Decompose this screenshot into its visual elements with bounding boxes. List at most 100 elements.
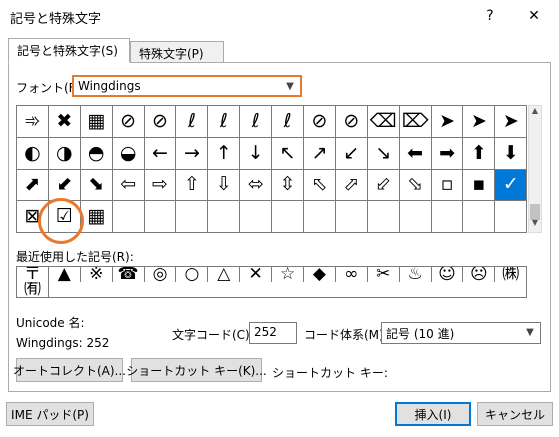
symbol-cell[interactable]: ↑ xyxy=(208,137,241,170)
symbol-cell[interactable] xyxy=(463,201,496,232)
symbol-cell[interactable]: ← xyxy=(144,137,177,170)
symbol-cell[interactable]: ⬆ xyxy=(463,137,496,170)
recent-symbols[interactable]: 〒 ▲ ※ ☎ ◎ ○ △ ✕ ☆ ◆ ∞ ✂ ♨ ☺ ☹ ㈱㈲ xyxy=(16,266,528,298)
recent-symbol-cell[interactable]: 〒 xyxy=(17,267,49,282)
recent-symbol-cell[interactable]: ▲ xyxy=(49,267,81,282)
symbol-cell[interactable]: ⬂ xyxy=(399,169,432,202)
symbol-cell[interactable] xyxy=(368,201,400,232)
ime-pad-button[interactable]: IME パッド(P) xyxy=(6,402,94,426)
symbol-cell[interactable]: ☑ xyxy=(49,201,81,232)
recent-symbol-cell[interactable]: ☎ xyxy=(113,267,145,282)
symbol-cell[interactable]: ⇨ xyxy=(144,169,177,202)
symbol-cell[interactable] xyxy=(113,201,145,232)
recent-symbol-cell[interactable]: ☆ xyxy=(272,267,305,282)
symbol-cell[interactable]: ▦ xyxy=(81,201,113,232)
symbol-cell[interactable]: ⬅ xyxy=(399,137,432,170)
recent-symbol-cell[interactable]: ㈱ xyxy=(495,267,528,282)
symbol-cell[interactable]: ◑ xyxy=(48,137,81,170)
scroll-up-icon[interactable]: ▲ xyxy=(529,106,541,120)
recent-symbol-cell[interactable]: ◆ xyxy=(304,267,336,282)
tab-special-characters[interactable]: 特殊文字(P) xyxy=(130,41,224,63)
symbol-cell[interactable]: ⊘ xyxy=(144,106,177,138)
symbol-cell-selected[interactable]: ✓ xyxy=(495,169,526,202)
symbol-cell[interactable] xyxy=(304,201,336,232)
symbol-grid[interactable]: ➾ ✖ ▦ ⊘ ⊘ ℓ ℓ ℓ ℓ ⊘ ⊘ ⌫ ⌦ ➤ ➤ ➤ ◐ ◑ ◓ ◒ ← → ↑ ↓ ↖ ↗ ↙ ↘ ⬅ ➡ ⬆ ⬇ ⬈ ⬋ ⬊ ⇦ ⇨ ⇧ ⇩ ⬄… xyxy=(16,105,527,233)
symbol-cell[interactable]: ℓ xyxy=(272,106,305,138)
symbol-cell[interactable]: ⬋ xyxy=(48,169,81,202)
symbol-cell[interactable]: ⌦ xyxy=(399,106,432,138)
symbol-cell[interactable]: ◓ xyxy=(80,137,113,170)
symbol-cell[interactable] xyxy=(272,201,305,232)
recent-symbol-cell[interactable]: ∞ xyxy=(336,267,368,282)
symbol-cell[interactable]: ▦ xyxy=(80,106,113,138)
recent-symbol-cell[interactable]: ✂ xyxy=(368,267,400,282)
symbol-cell[interactable]: ➡ xyxy=(431,137,464,170)
symbol-cell[interactable]: ⬈ xyxy=(17,169,49,202)
font-select[interactable]: Wingdings ▼ xyxy=(72,75,302,97)
help-button[interactable]: ? xyxy=(478,4,502,28)
symbol-cell[interactable]: ⇳ xyxy=(272,169,305,202)
symbol-grid-scrollbar[interactable]: ▲ ▼ xyxy=(528,105,542,233)
symbol-cell[interactable]: ◒ xyxy=(112,137,145,170)
recent-symbol-cell[interactable]: ㈲ xyxy=(17,282,49,297)
tab-symbols[interactable]: 記号と特殊文字(S) xyxy=(8,38,130,63)
scroll-down-icon[interactable]: ▼ xyxy=(529,218,541,232)
symbol-cell[interactable]: ▫ xyxy=(431,169,464,202)
symbol-cell[interactable] xyxy=(336,201,368,232)
symbol-cell[interactable] xyxy=(208,201,241,232)
symbol-cell[interactable]: ⬁ xyxy=(304,169,336,202)
symbol-cell[interactable]: ℓ xyxy=(176,106,209,138)
symbol-cell[interactable] xyxy=(400,201,432,232)
symbol-cell[interactable]: ◐ xyxy=(17,137,49,170)
symbol-cell[interactable]: ⇧ xyxy=(176,169,209,202)
symbol-cell[interactable]: ⊘ xyxy=(335,106,368,138)
symbol-cell[interactable] xyxy=(495,201,526,232)
shortcut-key-button[interactable]: ショートカット キー(K)... xyxy=(126,358,267,382)
recent-symbol-cell[interactable]: ☹ xyxy=(463,267,496,282)
autocorrect-button[interactable]: オートコレクト(A)... xyxy=(13,358,126,382)
symbol-cell[interactable]: ↖ xyxy=(272,137,305,170)
symbol-cell[interactable]: ⊘ xyxy=(304,106,336,138)
symbol-cell[interactable]: ⬃ xyxy=(367,169,400,202)
symbol-cell[interactable]: ⬇ xyxy=(495,138,526,170)
symbol-cell[interactable]: ➾ xyxy=(17,106,49,138)
symbol-cell[interactable] xyxy=(240,201,273,232)
symbol-cell[interactable] xyxy=(176,201,209,232)
symbol-cell[interactable]: ✖ xyxy=(48,106,81,138)
symbol-cell[interactable]: ⬀ xyxy=(335,169,368,202)
recent-symbol-cell[interactable]: ✕ xyxy=(240,267,273,282)
symbol-cell[interactable] xyxy=(145,201,177,232)
symbol-cell[interactable]: ℓ xyxy=(240,106,273,138)
symbol-cell[interactable]: ⬊ xyxy=(80,169,113,202)
symbol-cell[interactable]: ➤ xyxy=(463,106,496,138)
close-button[interactable]: ✕ xyxy=(522,4,546,28)
symbol-cell[interactable]: ⊠ xyxy=(17,201,49,232)
cancel-button[interactable]: キャンセル xyxy=(477,402,553,426)
code-system-select[interactable]: 記号 (10 進) ▼ xyxy=(381,322,541,344)
symbol-cell[interactable]: ➤ xyxy=(495,106,526,138)
symbol-cell[interactable]: ⌫ xyxy=(367,106,400,138)
symbol-cell[interactable]: ⇩ xyxy=(208,169,241,202)
recent-symbol-cell[interactable]: ◎ xyxy=(145,267,177,282)
symbol-cell[interactable]: ⇦ xyxy=(112,169,145,202)
recent-symbol-cell[interactable]: ♨ xyxy=(400,267,432,282)
symbol-cell[interactable]: ↓ xyxy=(240,137,273,170)
recent-symbol-cell[interactable]: △ xyxy=(208,267,241,282)
symbol-cell[interactable]: ➤ xyxy=(431,106,464,138)
symbol-cell[interactable] xyxy=(432,201,464,232)
recent-symbol-cell[interactable]: ○ xyxy=(176,267,209,282)
unicode-name-value: Wingdings: 252 xyxy=(16,336,110,350)
symbol-cell[interactable]: → xyxy=(176,137,209,170)
symbol-cell[interactable]: ⬄ xyxy=(240,169,273,202)
symbol-cell[interactable]: ▪ xyxy=(463,169,496,202)
recent-symbol-cell[interactable]: ※ xyxy=(81,267,113,282)
recent-symbol-cell[interactable]: ☺ xyxy=(432,267,464,282)
symbol-cell[interactable]: ↗ xyxy=(304,137,336,170)
symbol-cell[interactable]: ℓ xyxy=(208,106,241,138)
symbol-cell[interactable]: ↙ xyxy=(335,137,368,170)
window-title: 記号と特殊文字 xyxy=(10,12,102,27)
char-code-input[interactable]: 252 xyxy=(249,322,297,344)
symbol-cell[interactable]: ↘ xyxy=(367,137,400,170)
insert-button[interactable]: 挿入(I) xyxy=(395,402,471,426)
symbol-cell[interactable]: ⊘ xyxy=(112,106,145,138)
